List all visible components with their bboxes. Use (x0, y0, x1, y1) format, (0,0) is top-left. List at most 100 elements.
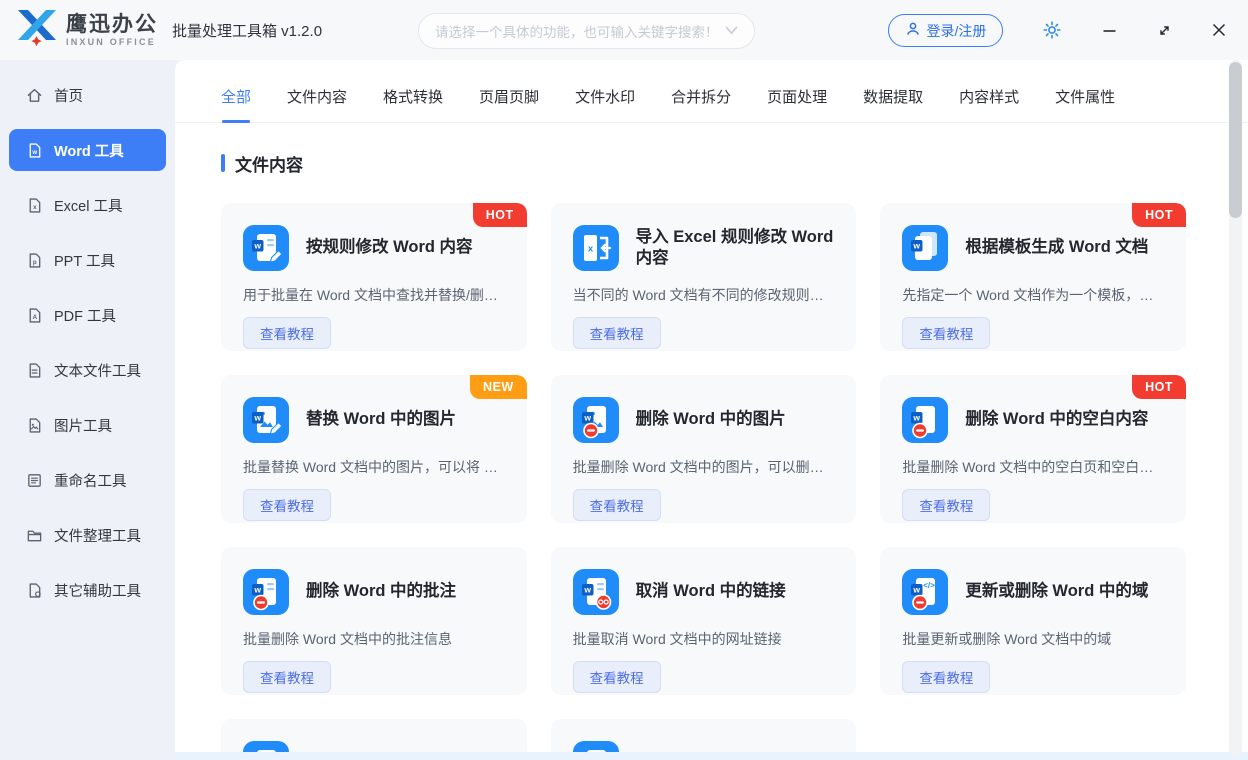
settings-gear-icon[interactable] (1042, 20, 1062, 40)
sidebar-item-rename-tools[interactable]: 重命名工具 (0, 459, 175, 501)
close-button[interactable] (1210, 22, 1228, 38)
sidebar-item-label: 其它辅助工具 (54, 583, 141, 600)
tool-card[interactable]: w 删除 Word 中的图片批量删除 Word 文档中的图片，可以删除... 查看教… (550, 375, 857, 523)
tool-description: 用于批量在 Word 文档中查找并替换/删除... (243, 287, 505, 303)
tool-card[interactable]: HOT w 根据模板生成 Word 文档 先指定一个 Word 文档作为一个模板，然.… (880, 203, 1186, 351)
sidebar-item-other-tools[interactable]: 其它辅助工具 (0, 569, 175, 611)
tool-description: 先指定一个 Word 文档作为一个模板，然... (902, 287, 1164, 303)
section-title: 文件内容 (235, 155, 303, 175)
field-update-icon: </> w (902, 569, 949, 615)
tool-title: 取消 Word 中的链接 (635, 582, 786, 601)
category-tabs: 全部 文件内容 格式转换 页眉页脚 文件水印 合并拆分 页面处理 数据提取 内容样式 文件属性 (175, 60, 1248, 123)
tool-card[interactable]: NEW w 替换 Word 中的图片 批量替换 Word 文档中的图片，可以将 W..… (221, 375, 527, 523)
tool-description: 批量删除 Word 文档中的图片，可以删除... (572, 459, 835, 475)
pdf-file-icon: A (26, 307, 43, 324)
main-content: 全部 文件内容 格式转换 页眉页脚 文件水印 合并拆分 页面处理 数据提取 内容样式 文件属性 文… (175, 60, 1248, 760)
sidebar-item-label: 图片工具 (54, 418, 112, 435)
blank-delete-icon: w (902, 397, 949, 443)
home-icon (26, 87, 43, 104)
svg-text:p: p (33, 258, 37, 265)
image-replace-icon: w (243, 397, 289, 443)
sidebar-item-label: Word 工具 (54, 143, 124, 160)
tool-description: 批量取消 Word 文档中的网址链接 (572, 631, 782, 647)
sidebar-item-label: 重命名工具 (54, 473, 127, 490)
search-placeholder: 请选择一个具体的功能，也可输入关键字搜索！ (435, 25, 719, 40)
sidebar-item-word-tools[interactable]: w Word 工具 (9, 129, 166, 171)
logo-name-en: INXUN OFFICE (66, 36, 156, 47)
scrollbar-track[interactable] (1229, 60, 1242, 756)
folder-icon (26, 527, 43, 544)
tab-3[interactable]: 页眉页脚 (479, 86, 539, 107)
bottom-edge-strip (175, 752, 1248, 760)
tool-card[interactable]: w 删除 Word 中的批注 批量删除 Word 文档中的批注信息 查看教程 (221, 547, 527, 695)
tool-card[interactable]: w 取消 Word 中的链接批量取消 Word 文档中的网址链接查看教程 (550, 547, 857, 695)
logo-x-icon (14, 7, 60, 54)
sidebar-item-label: Excel 工具 (54, 198, 123, 215)
view-tutorial-button[interactable]: 查看教程 (243, 489, 331, 521)
word-file-icon: w (26, 142, 43, 159)
logo-name-cn: 鹰迅办公 (66, 12, 158, 36)
tool-description: 批量替换 Word 文档中的图片，可以将 W... (243, 459, 505, 475)
view-tutorial-button[interactable]: 查看教程 (902, 317, 991, 349)
view-tutorial-button[interactable]: 查看教程 (902, 489, 991, 521)
login-register-button[interactable]: 登录/注册 (888, 14, 1003, 47)
sidebar-item-text-tools[interactable]: 文本文件工具 (0, 349, 175, 391)
tool-card[interactable]: HOT w 按规则修改 Word 内容用于批量在 Word 文档中查找并替换/删除.… (221, 203, 527, 351)
tool-description: 批量删除 Word 文档中的批注信息 (243, 631, 452, 647)
tab-5[interactable]: 合并拆分 (671, 86, 731, 107)
sidebar-item-pdf-tools[interactable]: A PDF 工具 (0, 294, 175, 336)
view-tutorial-button[interactable]: 查看教程 (902, 661, 991, 693)
tab-0[interactable]: 全部 (221, 86, 251, 107)
image-file-icon (26, 417, 43, 434)
sidebar-item-excel-tools[interactable]: x Excel 工具 (0, 184, 175, 226)
tool-title: 删除 Word 中的空白内容 (965, 410, 1149, 429)
ppt-file-icon: p (26, 252, 43, 269)
sidebar-item-image-tools[interactable]: 图片工具 (0, 404, 175, 446)
title-bar: 鹰迅办公 INXUN OFFICE 批量处理工具箱 v1.2.0 请选择一个具体… (0, 0, 1248, 60)
tab-1[interactable]: 文件内容 (287, 86, 347, 107)
tool-title: 导入 Excel 规则修改 Word 内容 (635, 227, 834, 267)
user-icon (905, 21, 921, 40)
view-tutorial-button[interactable]: 查看教程 (572, 489, 661, 521)
tool-title: 按规则修改 Word 内容 (306, 238, 473, 257)
tool-card[interactable]: </> w 更新或删除 Word 中的域 批量更新或删除 Word 文档中的域 查看教程 (880, 547, 1186, 695)
login-register-label: 登录/注册 (926, 22, 987, 39)
function-search-select[interactable]: 请选择一个具体的功能，也可输入关键字搜索！ (418, 13, 755, 49)
sidebar-item-ppt-tools[interactable]: p PPT 工具 (0, 239, 175, 281)
tab-9[interactable]: 文件属性 (1055, 86, 1115, 107)
tool-card[interactable]: HOT w 删除 Word 中的空白内容 批量删除 Word 文档中的空白页和空白行。… (880, 375, 1186, 523)
svg-text:w: w (583, 585, 591, 595)
tool-title: 删除 Word 中的图片 (635, 410, 786, 429)
word-edit-icon: w (243, 225, 289, 271)
tab-8[interactable]: 内容样式 (959, 86, 1019, 107)
chevron-down-icon (725, 22, 738, 40)
sidebar-item-label: 文本文件工具 (54, 363, 141, 380)
view-tutorial-button[interactable]: 查看教程 (572, 661, 661, 693)
sidebar-item-home[interactable]: 首页 (0, 74, 175, 116)
svg-text:w: w (913, 413, 921, 423)
sidebar-nav: 首页 w Word 工具 x Excel 工具 p PPT 工具 A PDF 工具文本文件工具图… (0, 60, 175, 760)
image-delete-icon: w (572, 397, 619, 443)
view-tutorial-button[interactable]: 查看教程 (572, 317, 661, 349)
helper-file-icon (26, 582, 43, 599)
minimize-button[interactable] (1100, 22, 1118, 38)
sidebar-item-organize-tools[interactable]: 文件整理工具 (0, 514, 175, 556)
tool-description: 批量删除 Word 文档中的空白页和空白行。 (902, 459, 1164, 475)
svg-text:w: w (583, 413, 591, 423)
app-logo: 鹰迅办公 INXUN OFFICE (14, 7, 158, 54)
hot-badge: HOT (1132, 203, 1186, 227)
view-tutorial-button[interactable]: 查看教程 (243, 661, 331, 693)
tool-card[interactable]: x 导入 Excel 规则修改 Word 内容 当不同的 Word 文档有不同的修改… (550, 203, 857, 351)
scrollbar-thumb[interactable] (1229, 62, 1242, 218)
svg-text:w: w (31, 148, 37, 155)
tab-4[interactable]: 文件水印 (575, 86, 635, 107)
svg-text:</>: </> (924, 581, 936, 590)
svg-text:w: w (913, 241, 921, 251)
tab-6[interactable]: 页面处理 (767, 86, 827, 107)
restore-resize-button[interactable] (1155, 22, 1173, 38)
comment-delete-icon: w (243, 569, 289, 615)
tab-7[interactable]: 数据提取 (863, 86, 923, 107)
hot-badge: HOT (472, 203, 527, 227)
tab-2[interactable]: 格式转换 (383, 86, 443, 107)
view-tutorial-button[interactable]: 查看教程 (243, 317, 331, 349)
